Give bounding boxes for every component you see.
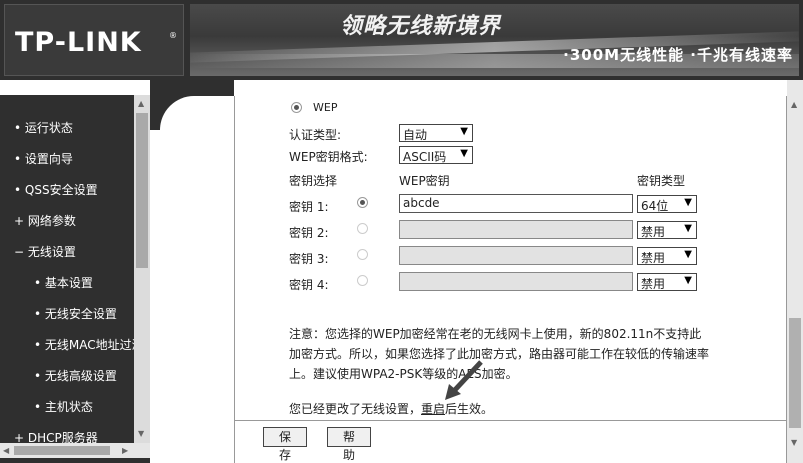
button-bar: 保 存 帮 助 xyxy=(235,420,786,462)
chevron-down-icon: ▼ xyxy=(460,126,468,137)
sidebar-item-wireless-advanced[interactable]: • 无线高级设置 xyxy=(34,367,117,384)
key-2-type-select[interactable]: 禁用 ▼ xyxy=(637,221,697,239)
frame-corner-curve xyxy=(160,96,234,130)
help-button[interactable]: 帮 助 xyxy=(327,427,371,462)
banner-slogan: 领略无线新境界 xyxy=(340,14,502,39)
key-4-type-select[interactable]: 禁用 ▼ xyxy=(637,273,697,291)
scroll-down-icon[interactable]: ▼ xyxy=(138,429,144,438)
key-3-input[interactable] xyxy=(399,246,633,265)
wep-warning-note: 注意：您选择的WEP加密经常在老的无线网卡上使用，新的802.11n不支持此加密… xyxy=(289,327,710,381)
sidebar-item-wireless-security[interactable]: • 无线安全设置 xyxy=(34,305,117,322)
wep-settings-panel: WEP 认证类型: 自动 ▼ WEP密钥格式: ASCII码 ▼ 密钥选择 WEP密… xyxy=(234,96,787,463)
annotation-arrow-icon xyxy=(445,360,483,400)
slogan-banner: 领略无线新境界 ·300M无线性能 ·千兆有线速率 xyxy=(190,4,799,76)
sidebar-item-basic-settings[interactable]: • 基本设置 xyxy=(34,274,93,291)
key-3-type-select[interactable]: 禁用 ▼ xyxy=(637,247,697,265)
scroll-up-icon[interactable]: ▲ xyxy=(138,99,144,108)
key-1-input[interactable]: abcde xyxy=(399,194,633,213)
key-4-label: 密钥 4: xyxy=(289,278,329,292)
header-banner: TP-LINK ® 领略无线新境界 ·300M无线性能 ·千兆有线速率 xyxy=(0,0,803,80)
registered-mark: ® xyxy=(169,31,177,40)
sidebar-item-qss[interactable]: • QSS安全设置 xyxy=(14,181,98,198)
key-select-column-header: 密钥选择 xyxy=(289,174,338,188)
wep-key-column-header: WEP密钥 xyxy=(399,174,450,188)
sidebar-vertical-scrollbar[interactable]: ▲ ▼ xyxy=(134,95,150,443)
tp-link-logo: TP-LINK xyxy=(15,27,142,58)
wep-radio[interactable] xyxy=(291,102,302,113)
chevron-down-icon: ▼ xyxy=(684,249,692,260)
auth-type-select[interactable]: 自动 ▼ xyxy=(399,124,473,142)
sidebar-item-mac-filter[interactable]: • 无线MAC地址过滤 xyxy=(34,336,144,353)
scroll-up-icon[interactable]: ▲ xyxy=(791,100,797,109)
sidebar-horizontal-scrollbar[interactable]: ◀ ▶ xyxy=(0,443,150,458)
chevron-down-icon: ▼ xyxy=(684,197,692,208)
auth-type-label: 认证类型: xyxy=(289,128,342,142)
key-3-radio[interactable] xyxy=(357,249,368,260)
scroll-left-icon[interactable]: ◀ xyxy=(3,446,9,455)
restart-link[interactable]: 重启 xyxy=(421,402,445,416)
chevron-down-icon: ▼ xyxy=(460,148,468,159)
chevron-down-icon: ▼ xyxy=(684,223,692,234)
key-1-label: 密钥 1: xyxy=(289,200,329,214)
scroll-right-icon[interactable]: ▶ xyxy=(122,446,128,455)
sidebar-item-host-status[interactable]: • 主机状态 xyxy=(34,398,93,415)
content-frame: WEP 认证类型: 自动 ▼ WEP密钥格式: ASCII码 ▼ 密钥选择 WEP密… xyxy=(150,80,803,463)
scrollbar-thumb[interactable] xyxy=(136,113,148,268)
key-4-input[interactable] xyxy=(399,272,633,291)
sidebar-item-running-status[interactable]: • 运行状态 xyxy=(14,119,73,136)
sidebar-item-setup-wizard[interactable]: • 设置向导 xyxy=(14,150,73,167)
sidebar-item-network[interactable]: + 网络参数 xyxy=(14,212,76,229)
key-4-radio[interactable] xyxy=(357,275,368,286)
key-format-label: WEP密钥格式: xyxy=(289,150,368,164)
chevron-down-icon: ▼ xyxy=(684,275,692,286)
key-2-radio[interactable] xyxy=(357,223,368,234)
save-button[interactable]: 保 存 xyxy=(263,427,307,462)
scrollbar-thumb[interactable] xyxy=(14,446,110,455)
key-2-input[interactable] xyxy=(399,220,633,239)
scroll-down-icon[interactable]: ▼ xyxy=(791,438,797,447)
restart-notice: 您已经更改了无线设置，重启后生效。 xyxy=(289,402,494,416)
scrollbar-thumb[interactable] xyxy=(789,318,801,428)
wep-label: WEP xyxy=(313,101,338,114)
key-1-type-select[interactable]: 64位 ▼ xyxy=(637,195,697,213)
key-1-radio[interactable] xyxy=(357,197,368,208)
key-format-select[interactable]: ASCII码 ▼ xyxy=(399,146,473,164)
frame-corner-decoration xyxy=(150,80,234,130)
banner-tagline: ·300M无线性能 ·千兆有线速率 xyxy=(563,46,793,64)
key-2-label: 密钥 2: xyxy=(289,226,329,240)
content-vertical-scrollbar[interactable]: ▲ ▼ xyxy=(787,80,803,463)
left-nav-frame: • 运行状态 • 设置向导 • QSS安全设置 + 网络参数 − 无线设置 • … xyxy=(0,95,150,463)
logo-area: TP-LINK ® xyxy=(4,4,184,76)
key-type-column-header: 密钥类型 xyxy=(637,174,686,188)
sidebar-item-wireless[interactable]: − 无线设置 xyxy=(14,243,76,260)
key-3-label: 密钥 3: xyxy=(289,252,329,266)
